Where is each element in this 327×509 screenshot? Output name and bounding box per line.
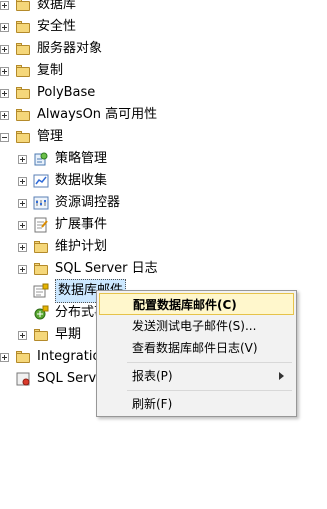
menu-item-send-test-email[interactable]: 发送测试电子邮件(S)... [99, 315, 294, 337]
menu-item-label: 刷新(F) [132, 397, 173, 411]
expand-icon[interactable] [18, 176, 27, 186]
expand-icon[interactable] [18, 198, 27, 208]
menu-item-label: 查看数据库邮件日志(V) [132, 341, 258, 355]
tree-item-label: 维护计划 [55, 239, 108, 254]
menu-separator [127, 362, 292, 363]
menu-item-configure-database-mail[interactable]: 配置数据库邮件(C) [99, 293, 294, 315]
menu-item-label: 发送测试电子邮件(S)... [132, 319, 257, 333]
folder-icon [15, 85, 31, 101]
chart-icon [33, 173, 49, 189]
tree-item-legacy[interactable]: 早期 [18, 324, 81, 346]
sql-agent-icon [15, 371, 31, 387]
expand-icon[interactable] [0, 88, 9, 98]
tree-item-policy-management[interactable]: 策略管理 [18, 148, 107, 170]
tree-item-management[interactable]: 管理 [0, 126, 63, 148]
menu-separator [127, 390, 292, 391]
folder-icon [33, 261, 49, 277]
tree-item-label: 复制 [37, 63, 64, 78]
expand-icon[interactable] [18, 154, 27, 164]
folder-icon [33, 239, 49, 255]
menu-item-reports[interactable]: 报表(P) [99, 365, 294, 387]
object-explorer-tree: 数据库 安全性 服务器对象 复制 PolyBase AlwaysOn 高可用性 … [0, 0, 327, 509]
expand-icon[interactable] [18, 264, 27, 274]
tree-item-data-collection[interactable]: 数据收集 [18, 170, 107, 192]
tree-item-label: AlwaysOn 高可用性 [37, 107, 158, 122]
extended-events-icon [33, 217, 49, 233]
menu-item-label: 报表(P) [132, 369, 173, 383]
tree-item-label: PolyBase [37, 85, 96, 100]
expand-icon[interactable] [18, 242, 27, 252]
tree-item-label: SQL Server 日志 [55, 261, 158, 276]
mail-icon [33, 283, 49, 299]
expand-icon[interactable] [0, 66, 9, 76]
tree-item-alwayson[interactable]: AlwaysOn 高可用性 [0, 104, 157, 126]
tree-item-label: 管理 [37, 129, 64, 144]
tree-item-label: 扩展事件 [55, 217, 108, 232]
folder-icon [15, 0, 31, 13]
folder-icon [15, 107, 31, 123]
expand-icon[interactable] [18, 220, 27, 230]
expand-icon[interactable] [0, 110, 9, 120]
resource-governor-icon [33, 195, 49, 211]
tree-item-extended-events[interactable]: 扩展事件 [18, 214, 107, 236]
distributed-transaction-icon [33, 305, 49, 321]
folder-icon [15, 349, 31, 365]
context-menu: 配置数据库邮件(C) 发送测试电子邮件(S)... 查看数据库邮件日志(V) 报… [96, 290, 297, 417]
expand-icon[interactable] [0, 0, 9, 10]
expand-icon[interactable] [0, 44, 9, 54]
expand-icon[interactable] [0, 22, 9, 32]
folder-icon [33, 327, 49, 343]
tree-item-label: 数据收集 [55, 173, 108, 188]
tree-item-sql-server-logs[interactable]: SQL Server 日志 [18, 258, 158, 280]
folder-icon [15, 19, 31, 35]
folder-open-icon [15, 129, 31, 145]
collapse-icon[interactable] [0, 132, 9, 142]
tree-item-resource-governor[interactable]: 资源调控器 [18, 192, 120, 214]
tree-item-security[interactable]: 安全性 [0, 16, 76, 38]
folder-icon [15, 41, 31, 57]
menu-item-view-database-mail-log[interactable]: 查看数据库邮件日志(V) [99, 337, 294, 359]
menu-item-label: 配置数据库邮件(C) [133, 298, 237, 312]
submenu-arrow-icon [279, 372, 284, 380]
tree-item-polybase[interactable]: PolyBase [0, 82, 95, 104]
tree-item-integration[interactable]: Integration [0, 346, 109, 368]
expand-icon[interactable] [0, 352, 9, 362]
tree-item-label: 资源调控器 [55, 195, 121, 210]
folder-icon [15, 63, 31, 79]
expand-icon[interactable] [18, 330, 27, 340]
tree-item-server-objects[interactable]: 服务器对象 [0, 38, 102, 60]
tree-item-label: 策略管理 [55, 151, 108, 166]
tree-item-maintenance-plans[interactable]: 维护计划 [18, 236, 107, 258]
tree-item-label: 早期 [55, 327, 82, 342]
policy-icon [33, 151, 49, 167]
tree-item-label: 安全性 [37, 19, 77, 34]
tree-item-replication[interactable]: 复制 [0, 60, 63, 82]
tree-item-label: 服务器对象 [37, 41, 103, 56]
tree-item-label: 数据库 [37, 0, 77, 12]
tree-item-databases[interactable]: 数据库 [0, 0, 76, 16]
menu-item-refresh[interactable]: 刷新(F) [99, 393, 294, 415]
